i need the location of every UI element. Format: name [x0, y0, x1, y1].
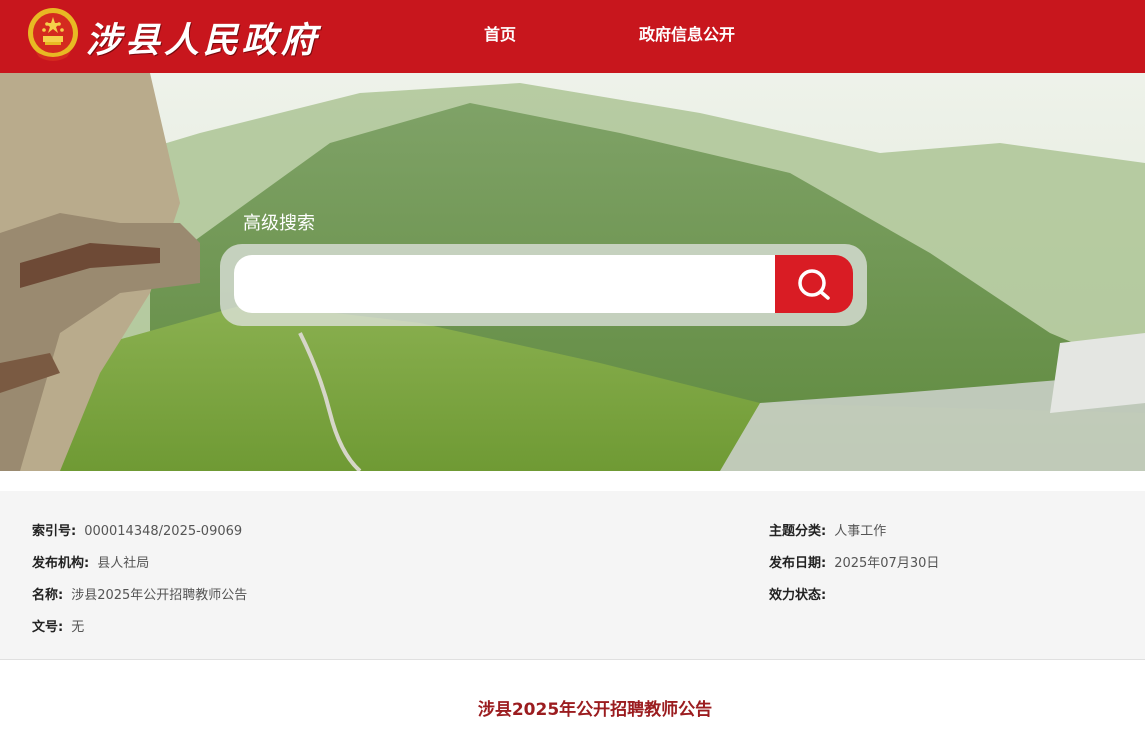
publisher-row: 发布机构: 县人社局: [32, 552, 149, 571]
publish-date-value: 2025年07月30日: [834, 556, 940, 571]
doc-number-value: 无: [71, 620, 85, 635]
index-number-key: 索引号:: [32, 524, 77, 539]
name-key: 名称:: [32, 588, 64, 603]
search-bar: [220, 244, 867, 326]
publisher-value: 县人社局: [97, 556, 150, 571]
publisher-key: 发布机构:: [32, 556, 90, 571]
national-emblem-icon: [28, 8, 78, 61]
name-value: 涉县2025年公开招聘教师公告: [71, 588, 248, 603]
landscape-banner: 高级搜索: [0, 73, 1145, 471]
validity-row: 效力状态:: [769, 584, 834, 603]
document-info-panel: 索引号: 000014348/2025-09069 发布机构: 县人社局 名称: 涉县…: [0, 491, 1145, 660]
name-row: 名称: 涉县2025年公开招聘教师公告: [32, 584, 247, 603]
topic-row: 主题分类: 人事工作: [769, 520, 886, 539]
topic-value: 人事工作: [834, 524, 887, 539]
nav-home[interactable]: 首页: [484, 21, 516, 45]
publish-date-row: 发布日期: 2025年07月30日: [769, 552, 939, 571]
top-header: 涉县人民政府 首页 政府信息公开: [0, 0, 1145, 73]
site-title[interactable]: 涉县人民政府: [86, 12, 320, 63]
nav-gov-info-disclosure[interactable]: 政府信息公开: [639, 21, 735, 45]
index-number-row: 索引号: 000014348/2025-09069: [32, 520, 242, 539]
doc-number-key: 文号:: [32, 620, 64, 635]
validity-key: 效力状态:: [769, 588, 827, 603]
topic-key: 主题分类:: [769, 524, 827, 539]
publish-date-key: 发布日期:: [769, 556, 827, 571]
index-number-value: 000014348/2025-09069: [84, 524, 243, 539]
search-icon: [798, 269, 830, 300]
search-button[interactable]: [775, 255, 853, 313]
search-input[interactable]: [234, 255, 775, 313]
advanced-search-label: 高级搜索: [243, 213, 315, 234]
article-title: 涉县2025年公开招聘教师公告: [477, 700, 713, 720]
doc-number-row: 文号: 无: [32, 616, 84, 635]
